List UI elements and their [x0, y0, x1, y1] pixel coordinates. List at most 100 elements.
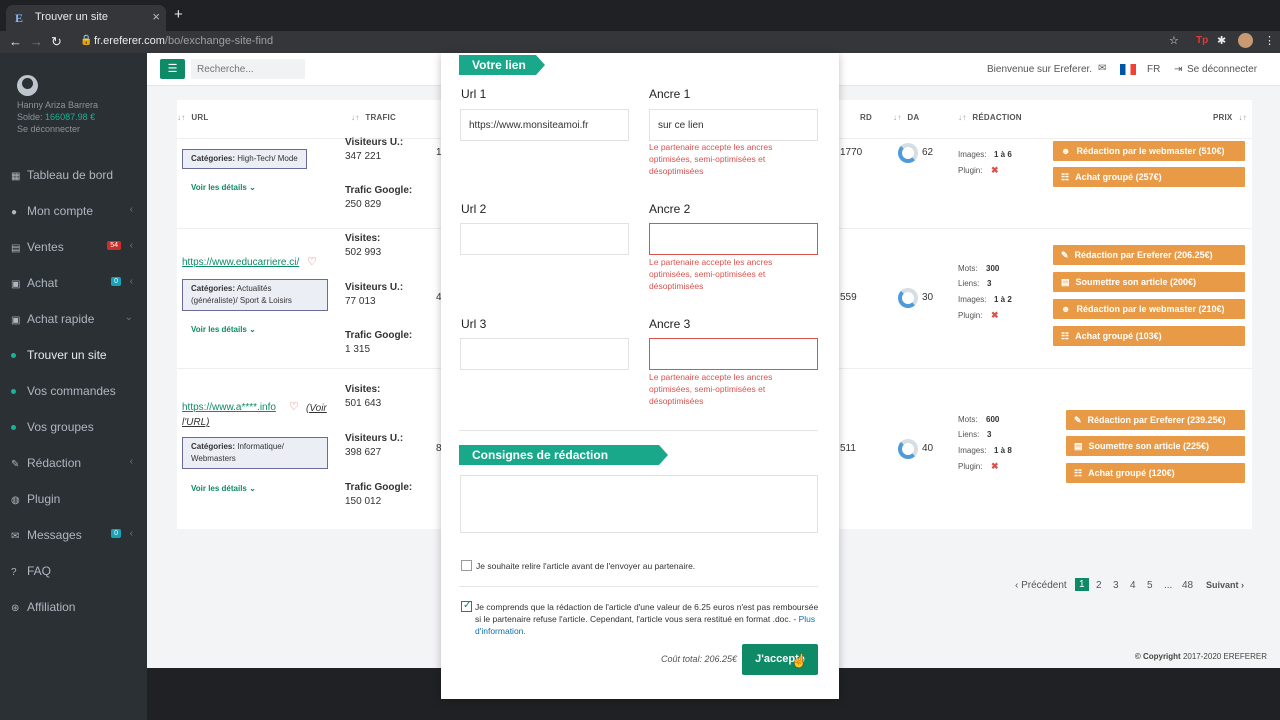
browser-menu-icon[interactable]: ⋮: [1264, 34, 1275, 47]
anchor-2-label: Ancre 2: [649, 202, 691, 216]
col-header-rd[interactable]: RD: [860, 113, 872, 122]
extension-badge[interactable]: Tp: [1196, 35, 1208, 46]
cross-icon: ✖: [991, 461, 999, 471]
site-url-link[interactable]: https://www.educarriere.ci/: [182, 257, 299, 268]
section-ribbon-link: Votre lien: [459, 55, 545, 75]
images-value: 1 à 2: [994, 295, 1012, 304]
sidebar-item-plugin[interactable]: ◍ Plugin: [11, 492, 141, 508]
file-icon: ▤: [1074, 441, 1083, 451]
logout-icon[interactable]: ⇥: [1174, 64, 1182, 75]
sidebar-item-redaction[interactable]: ✎ Rédaction ‹: [11, 456, 141, 472]
dashboard-icon: ▦: [11, 171, 21, 182]
col-header-prix[interactable]: PRIX ↓↑: [1213, 113, 1247, 122]
details-link[interactable]: Voir les détails ⌄: [191, 183, 256, 192]
profile-avatar[interactable]: [1238, 33, 1253, 48]
anchor-3-help: Le partenaire accepte les ancres optimis…: [649, 372, 773, 406]
close-tab-icon[interactable]: ×: [152, 9, 160, 24]
pagination-next[interactable]: Suivant ›: [1206, 580, 1244, 590]
extensions-puzzle-icon[interactable]: ✱: [1217, 34, 1226, 47]
url-1-input[interactable]: [460, 109, 629, 141]
sidebar-logout-link[interactable]: Se déconnecter: [17, 124, 80, 134]
sidebar-item-quick-purchase[interactable]: ▣ Achat rapide ⌄: [11, 312, 141, 328]
details-link[interactable]: Voir les détails ⌄: [191, 325, 256, 334]
ereferer-redaction-button[interactable]: ✎ Rédaction par Ereferer (239.25€): [1066, 410, 1245, 430]
cart-icon: ▣: [11, 279, 21, 290]
top-logout-link[interactable]: Se déconnecter: [1187, 64, 1257, 75]
sidebar-item-account[interactable]: ● Mon compte ‹: [11, 204, 141, 220]
french-flag-icon[interactable]: [1120, 64, 1136, 75]
cart-fast-icon: ▣: [11, 315, 21, 326]
terms-checkbox[interactable]: [461, 600, 472, 612]
bookmark-star-icon[interactable]: ☆: [1169, 34, 1179, 47]
reload-icon[interactable]: ↻: [51, 34, 62, 50]
reread-checkbox[interactable]: [461, 560, 472, 571]
group-purchase-button[interactable]: ☷ Achat groupé (257€): [1053, 167, 1245, 187]
submit-article-button[interactable]: ▤ Soumettre son article (200€): [1053, 272, 1245, 292]
search-input[interactable]: [191, 59, 305, 79]
favorite-heart-icon[interactable]: ♡: [307, 255, 317, 268]
group-purchase-button[interactable]: ☷ Achat groupé (103€): [1053, 326, 1245, 346]
da-donut-chart: [898, 288, 918, 308]
order-modal: Votre lien Url 1 Ancre 1 Le partenaire a…: [441, 53, 839, 699]
url-3-input[interactable]: [460, 338, 629, 370]
tab-title: Trouver un site: [35, 11, 108, 23]
images-value: 1 à 8: [994, 446, 1012, 455]
forward-icon[interactable]: →: [30, 34, 43, 49]
mail-icon[interactable]: ✉: [1098, 63, 1106, 74]
webmaster-redaction-button[interactable]: ☻ Rédaction par le webmaster (210€): [1053, 299, 1245, 319]
pagination-page-1[interactable]: 1: [1075, 578, 1089, 591]
reread-label: Je souhaite relire l'article avant de l'…: [476, 561, 696, 571]
language-label[interactable]: FR: [1147, 64, 1160, 75]
group-icon: ☷: [1061, 172, 1070, 182]
webmaster-redaction-button[interactable]: ☻ Rédaction par le webmaster (510€): [1053, 141, 1245, 161]
url-2-input[interactable]: [460, 223, 629, 255]
sales-icon: ▤: [11, 243, 21, 254]
sidebar-item-purchase[interactable]: ▣ Achat 0 ‹: [11, 276, 141, 292]
pagination-page-4[interactable]: 4: [1130, 580, 1136, 591]
da-value: 30: [922, 292, 934, 303]
col-header-trafic[interactable]: ↓↑ TRAFIC: [351, 113, 396, 122]
category-badge: Catégories: Informatique/ Webmasters: [182, 437, 328, 469]
pagination-page-5[interactable]: 5: [1147, 580, 1153, 591]
plugin-label: Plugin:: [958, 311, 983, 320]
group-purchase-button[interactable]: ☷ Achat groupé (120€): [1066, 463, 1245, 483]
anchor-3-input[interactable]: [649, 338, 818, 370]
anchor-2-input[interactable]: [649, 223, 818, 255]
details-link[interactable]: Voir les détails ⌄: [191, 484, 256, 493]
visitors-label: Visiteurs U.:: [345, 137, 404, 148]
anchor-1-label: Ancre 1: [649, 87, 691, 101]
col-header-da[interactable]: ↓↑ DA: [893, 113, 919, 122]
back-icon[interactable]: ←: [9, 34, 22, 49]
sidebar-item-dashboard[interactable]: ▦ Tableau de bord: [11, 168, 141, 184]
pencil-icon: ✎: [1074, 415, 1082, 425]
sidebar-sub-find-site[interactable]: Trouver un site: [11, 348, 107, 362]
sidebar-item-messages[interactable]: ✉ Messages 0 ‹: [11, 528, 141, 544]
new-tab-icon[interactable]: +: [174, 6, 183, 23]
pagination-page-48[interactable]: 48: [1182, 580, 1193, 591]
view-url-link[interactable]: (Voir l'URL): [182, 402, 332, 430]
sidebar-item-sales[interactable]: ▤ Ventes 54 ‹: [11, 240, 141, 256]
group-icon: ☷: [1074, 468, 1083, 478]
links-value: 3: [987, 279, 992, 288]
sidebar-sub-groups[interactable]: Vos groupes: [11, 420, 94, 434]
browser-tab[interactable]: E Trouver un site ×: [6, 5, 166, 31]
total-cost: Coût total: 206.25€: [661, 654, 738, 664]
user-icon: ●: [11, 207, 18, 218]
col-header-url[interactable]: ↓↑ URL: [177, 113, 208, 122]
sidebar-sub-orders[interactable]: Vos commandes: [11, 384, 116, 398]
submit-article-button[interactable]: ▤ Soumettre son article (225€): [1066, 436, 1245, 456]
sidebar-item-faq[interactable]: ? FAQ: [11, 564, 141, 580]
envelope-icon: ✉: [11, 531, 20, 542]
consignes-textarea[interactable]: [460, 475, 818, 533]
anchor-1-input[interactable]: [649, 109, 818, 141]
images-label: Images:: [958, 295, 987, 304]
url-field[interactable]: 🔒 fr.ereferer.com/bo/exchange-site-find: [70, 32, 1190, 52]
col-header-redaction[interactable]: ↓↑ RÉDACTION: [958, 113, 1022, 122]
pagination-page-3[interactable]: 3: [1113, 580, 1119, 591]
visits-label: Visites:: [345, 384, 381, 395]
ereferer-redaction-button[interactable]: ✎ Rédaction par Ereferer (206.25€): [1053, 245, 1245, 265]
menu-toggle-button[interactable]: ☰: [160, 59, 185, 79]
pagination-prev[interactable]: ‹ Précédent: [1015, 580, 1067, 591]
pagination-page-2[interactable]: 2: [1096, 580, 1102, 591]
sidebar-item-affiliation[interactable]: ⊛ Affiliation: [11, 600, 141, 616]
